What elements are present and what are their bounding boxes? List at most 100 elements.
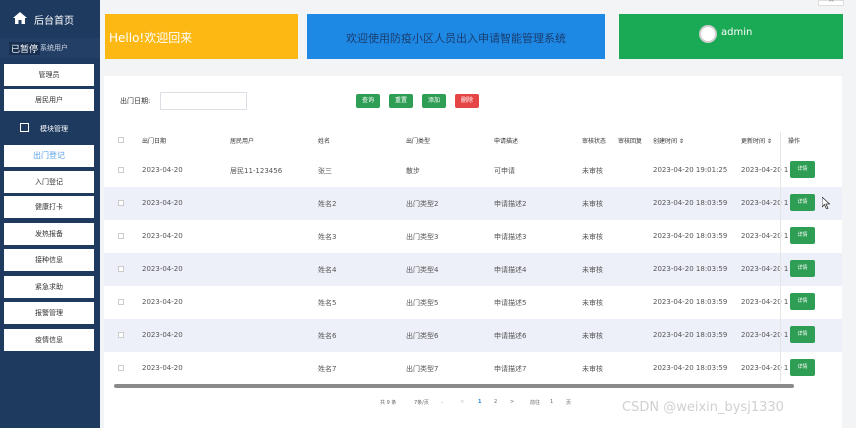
column-header[interactable]: 审核回复 [618,136,642,145]
row-checkbox[interactable] [118,299,124,305]
cell-type: 散步 [406,167,420,175]
column-header[interactable]: 居民用户 [230,136,254,145]
cell-status: 未审核 [582,332,603,340]
pagination-total: 共 9 条 [380,400,397,406]
column-header[interactable]: 出门类型 [406,136,430,145]
sidebar-item-fever-report[interactable]: 发热报备 [4,223,94,245]
table-row[interactable]: 2023-04-20 姓名6 出门类型6 申请描述6 未审核 2023-04-2… [104,319,842,352]
table-row[interactable]: 2023-04-20 姓名5 出门类型5 申请描述5 未审核 2023-04-2… [104,286,842,319]
sidebar-item-alarm[interactable]: 报警管理 [4,302,94,324]
column-header[interactable]: 创建时间 ⇕ [653,136,684,145]
sidebar-item-emergency[interactable]: 紧急求助 [4,276,94,298]
cell-updated: 2023-04-20 1 [741,298,789,306]
cell-status: 未审核 [582,299,603,307]
detail-button[interactable]: 详情 [790,260,815,277]
detail-button[interactable]: 详情 [790,293,815,310]
fixed-column-divider [780,132,781,382]
cell-date: 2023-04-20 [142,265,183,273]
sidebar-item-residents[interactable]: 居民用户 [4,89,94,111]
cell-status: 未审核 [582,365,603,373]
goto-page-input[interactable]: 1 [550,399,553,405]
add-button[interactable]: 添加 [422,94,446,108]
module-management-label: 模块管理 [40,125,68,133]
sidebar-item-health-checkin[interactable]: 健康打卡 [4,196,94,218]
delete-button[interactable]: 删除 [455,94,479,108]
user-name: admin [721,27,753,38]
table-row[interactable]: 2023-04-20 姓名4 出门类型4 申请描述4 未审核 2023-04-2… [104,253,842,286]
welcome-text: Hello!欢迎回来 [109,31,193,45]
query-button[interactable]: 查询 [356,94,380,108]
cell-desc: 申请描述2 [494,200,527,208]
home-label: 后台首页 [34,16,74,27]
avatar[interactable] [699,25,717,43]
home-nav-item[interactable]: 后台首页 [0,0,100,38]
cell-name: 姓名2 [318,200,337,208]
detail-button[interactable]: 详情 [790,227,815,244]
cell-updated: 2023-04-20 1 [741,265,789,273]
cell-updated: 2023-04-20 1 [741,364,789,372]
row-checkbox[interactable] [118,365,124,371]
sidebar-item-entry-register[interactable]: 入门登记 [4,171,94,193]
page-size-select[interactable]: 7条/页 [414,399,429,406]
reset-button[interactable]: 重置 [389,94,413,108]
cell-updated: 2023-04-20 1 [741,166,789,174]
cell-updated: 2023-04-20 1 [741,199,789,207]
table-row[interactable]: 2023-04-20 姓名2 出门类型2 申请描述2 未审核 2023-04-2… [104,187,842,220]
column-header[interactable]: 出门日期 [142,136,166,145]
edit-icon [20,123,29,132]
detail-button[interactable]: 详情 [790,326,815,343]
cell-status: 未审核 [582,200,603,208]
cell-name: 姓名7 [318,365,337,373]
sidebar-item-epidemic-info[interactable]: 疫情信息 [4,329,94,351]
detail-button[interactable]: 详情 [790,194,815,211]
row-checkbox[interactable] [118,332,124,338]
page-1-button[interactable]: 1 [478,399,481,405]
sidebar-item-admin[interactable]: 管理员 [4,64,94,86]
close-button[interactable]: × [818,0,844,6]
paused-badge: 已暂停 [9,42,41,55]
table-row[interactable]: 2023-04-20 姓名3 出门类型3 申请描述3 未审核 2023-04-2… [104,220,842,253]
cell-created: 2023-04-20 18:03:59 [653,331,728,339]
cell-user: 居民11-123456 [230,167,283,175]
table-row[interactable]: 2023-04-20 姓名7 出门类型7 申请描述7 未审核 2023-04-2… [104,352,842,385]
cell-created: 2023-04-20 18:03:59 [653,232,728,240]
cell-type: 出门类型4 [406,266,439,274]
cell-type: 出门类型2 [406,200,439,208]
exit-date-input[interactable] [160,92,247,110]
select-all-checkbox[interactable] [118,137,124,143]
column-header[interactable]: 姓名 [318,136,330,145]
cell-desc: 申请描述6 [494,332,527,340]
mouse-cursor-icon [822,197,830,209]
column-header: 操作 [788,138,801,145]
page-2-button[interactable]: 2 [494,399,497,405]
cell-date: 2023-04-20 [142,199,183,207]
cell-date: 2023-04-20 [142,166,183,174]
goto-suffix: 页 [566,400,572,406]
column-header[interactable]: 审核状态 [582,136,606,145]
sidebar-item-exit-register[interactable]: 出门登记 [4,145,94,167]
row-checkbox[interactable] [118,233,124,239]
cell-type: 出门类型5 [406,299,439,307]
column-header[interactable]: 更新时间 ⇕ [741,136,772,145]
title-card: 欢迎使用防疫小区人员出入申请智能管理系统 [307,14,605,59]
detail-button[interactable]: 详情 [790,161,815,178]
sidebar-item-vaccination[interactable]: 接种信息 [4,249,94,271]
row-checkbox[interactable] [118,266,124,272]
next-page-button[interactable]: > [510,399,514,405]
row-checkbox[interactable] [118,200,124,206]
horizontal-scrollbar[interactable] [114,384,794,388]
cell-name: 姓名6 [318,332,337,340]
page-size-chevron-icon[interactable]: ⌄ [440,399,444,405]
user-card[interactable]: admin [619,14,843,59]
table-row[interactable]: 2023-04-20 居民11-123456 张三 散步 可申请 未审核 202… [104,154,842,187]
detail-button[interactable]: 详情 [790,359,815,376]
cell-date: 2023-04-20 [142,298,183,306]
app: 后台首页 已暂停 系统用户 管理员 居民用户 模块管理 出门登记 入门登记 健康… [0,0,856,428]
module-management-menu[interactable]: 模块管理 [0,116,100,140]
row-checkbox[interactable] [118,167,124,173]
prev-page-button[interactable]: < [460,399,464,405]
cell-created: 2023-04-20 18:03:59 [653,298,728,306]
column-header[interactable]: 申请描述 [494,136,518,145]
system-user-menu[interactable]: 已暂停 系统用户 [0,38,100,58]
exit-date-label: 出门日期: [120,97,151,105]
